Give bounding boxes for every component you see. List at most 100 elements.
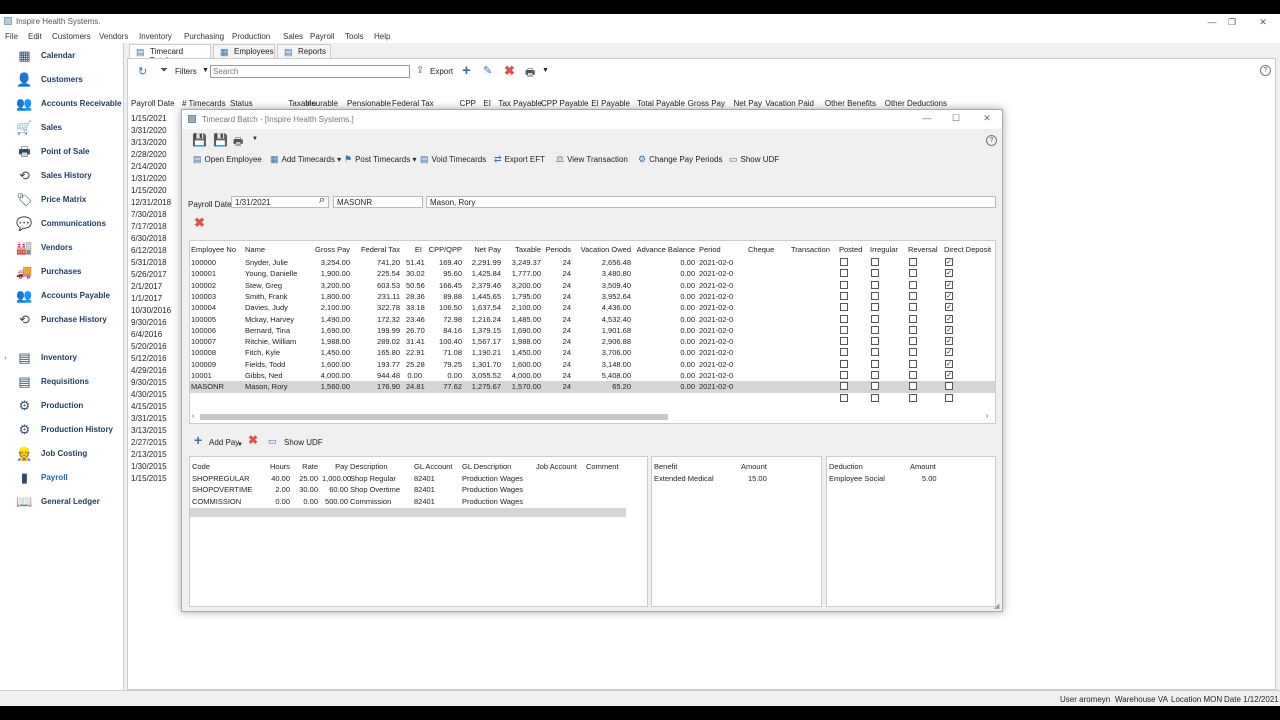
employee-cell[interactable]: 3,055.52 — [465, 371, 501, 380]
employee-cell[interactable]: 3,509.40 — [573, 281, 631, 290]
pay-cell[interactable]: 82401 — [414, 485, 460, 494]
employee-cell[interactable]: 89.88 — [424, 292, 462, 301]
employee-cell[interactable]: Gibbs, Ned — [245, 371, 305, 380]
add-icon[interactable]: + — [462, 62, 471, 79]
direct-deposit-checkbox[interactable]: ✓ — [945, 291, 953, 300]
employee-cell[interactable]: 100009 — [191, 360, 241, 369]
checkbox[interactable] — [909, 291, 917, 300]
employee-cell[interactable]: 1,485.00 — [503, 315, 541, 324]
restore-icon[interactable]: ❐ — [1217, 15, 1247, 29]
checkbox[interactable] — [871, 337, 879, 346]
horizontal-scrollbar[interactable]: ‹ › — [192, 413, 992, 421]
employee-cell[interactable]: 100002 — [191, 281, 241, 290]
checkbox[interactable] — [909, 269, 917, 278]
employee-cell[interactable]: 2,100.00 — [503, 303, 541, 312]
batch-column-header[interactable]: Other Deductions — [881, 99, 947, 108]
checkbox[interactable] — [909, 371, 917, 379]
checkbox[interactable] — [840, 348, 848, 357]
employee-cell[interactable]: 3,706.00 — [573, 348, 631, 357]
employee-cell[interactable]: 3,148.00 — [573, 360, 631, 369]
employee-cell[interactable]: 1,690.00 — [503, 326, 541, 335]
checkbox[interactable] — [871, 359, 879, 368]
batch-date-cell[interactable]: 3/31/2015 — [131, 414, 167, 423]
pay-cell[interactable]: Commission — [350, 497, 412, 506]
sidebar-item-calendar[interactable]: ▦ Calendar — [16, 45, 123, 67]
direct-deposit-checkbox[interactable]: ✓ — [945, 337, 953, 346]
employee-cell[interactable]: 1,988.00 — [503, 337, 541, 346]
employee-cell[interactable]: 4,436.00 — [573, 303, 631, 312]
pay-cell[interactable]: 60.00 — [322, 485, 348, 494]
new-pay-row[interactable] — [190, 507, 626, 517]
void-timecards-button[interactable]: ▤ Void Timecards — [420, 154, 486, 165]
pay-cell[interactable]: 2.00 — [264, 485, 290, 494]
employee-cell[interactable]: 100001 — [191, 269, 241, 278]
employee-cell[interactable]: 0.00 — [633, 371, 695, 380]
checkbox[interactable] — [909, 337, 917, 346]
sidebar-item-accounts-payable[interactable]: 👥 Accounts Payable — [16, 285, 123, 307]
sidebar-item-production-history[interactable]: ⚙ Production History — [16, 419, 123, 441]
employee-cell[interactable]: 24 — [543, 292, 571, 301]
sidebar-item-inventory[interactable]: ▤ Inventory — [16, 347, 123, 369]
scroll-right-icon[interactable]: › — [986, 413, 988, 420]
batch-date-cell[interactable]: 4/15/2015 — [131, 402, 167, 411]
employee-cell[interactable]: 30.02 — [406, 269, 425, 278]
batch-column-header[interactable]: Other Benefits — [822, 99, 876, 108]
export-button[interactable]: Export — [430, 67, 453, 76]
table-row[interactable]: MASONR Mason, Rory 1,560.00 176.90 24.81 77.6… — [190, 381, 995, 393]
batch-date-cell[interactable]: 6/4/2016 — [131, 330, 162, 339]
employee-column-header[interactable]: Taxable — [503, 245, 541, 254]
employee-column-header[interactable]: CPP/QPP — [424, 245, 462, 254]
menu-customers[interactable]: Customers — [52, 32, 91, 41]
employee-cell[interactable]: 1,450.00 — [503, 348, 541, 357]
employee-cell[interactable]: 3,200.00 — [503, 281, 541, 290]
checkbox[interactable] — [909, 280, 917, 289]
checkbox[interactable] — [840, 382, 848, 391]
employee-cell[interactable]: 106.50 — [424, 303, 462, 312]
employee-cell[interactable]: 0.00 — [424, 371, 462, 380]
employee-column-header[interactable]: Reversal — [908, 245, 938, 254]
employee-cell[interactable]: 65.20 — [573, 382, 631, 391]
employee-column-header[interactable]: Name — [245, 245, 305, 254]
employee-cell[interactable]: 25.28 — [406, 360, 425, 369]
checkbox[interactable] — [840, 280, 848, 289]
batch-cell[interactable]: 1/15/2021 — [131, 114, 179, 123]
batch-date-cell[interactable]: 6/12/2018 — [131, 246, 167, 255]
employee-cell[interactable]: 24 — [543, 326, 571, 335]
batch-date-cell[interactable]: 1/30/2015 — [131, 462, 167, 471]
tab-reports[interactable]: ▤ Reports — [277, 44, 331, 58]
benefit-amount[interactable]: 15.00 — [748, 474, 767, 483]
employee-cell[interactable]: Davies, Judy — [245, 303, 305, 312]
employee-cell[interactable]: 24 — [543, 360, 571, 369]
checkbox[interactable] — [909, 258, 917, 266]
checkbox[interactable] — [840, 371, 848, 379]
employee-cell[interactable]: 24 — [543, 337, 571, 346]
employee-cell[interactable]: 1,425.84 — [465, 269, 501, 278]
pay-cell[interactable]: 500.00 — [322, 497, 348, 506]
employee-cell[interactable]: 1,988.00 — [308, 337, 350, 346]
employee-cell[interactable]: 322.78 — [356, 303, 400, 312]
checkbox[interactable] — [840, 393, 848, 402]
employee-cell[interactable]: 165.80 — [356, 348, 400, 357]
employee-cell[interactable]: 24 — [543, 303, 571, 312]
change-pay-periods-button[interactable]: ⚙ Change Pay Periods — [638, 154, 722, 165]
employee-cell[interactable]: 31.41 — [406, 337, 425, 346]
sidebar-item-general-ledger[interactable]: 📖 General Ledger — [16, 491, 123, 513]
sidebar-item-purchases[interactable]: 🚚 Purchases — [16, 261, 123, 283]
employee-cell[interactable]: 71.08 — [424, 348, 462, 357]
employee-cell[interactable]: 944.48 — [356, 371, 400, 380]
add-pay-button[interactable]: Add Pay — [209, 438, 239, 447]
save-icon[interactable]: 💾 — [192, 133, 207, 147]
checkbox[interactable] — [909, 393, 917, 402]
batch-column-header[interactable]: Total Payable — [635, 99, 685, 108]
employee-cell[interactable]: 225.54 — [356, 269, 400, 278]
employee-cell[interactable]: 4,532.40 — [573, 315, 631, 324]
deduction-name[interactable]: Employee Social — [829, 474, 885, 483]
employee-cell[interactable]: 24 — [543, 371, 571, 380]
add-icon[interactable]: + — [194, 432, 202, 448]
employee-cell[interactable]: Ritchie, William — [245, 337, 305, 346]
employee-cell[interactable]: 0.00 — [633, 258, 695, 267]
pay-cell[interactable]: 82401 — [414, 474, 460, 483]
employee-cell[interactable]: 24 — [543, 348, 571, 357]
sidebar-item-sales[interactable]: 🛒 Sales — [16, 117, 123, 139]
checkbox[interactable] — [840, 359, 848, 368]
